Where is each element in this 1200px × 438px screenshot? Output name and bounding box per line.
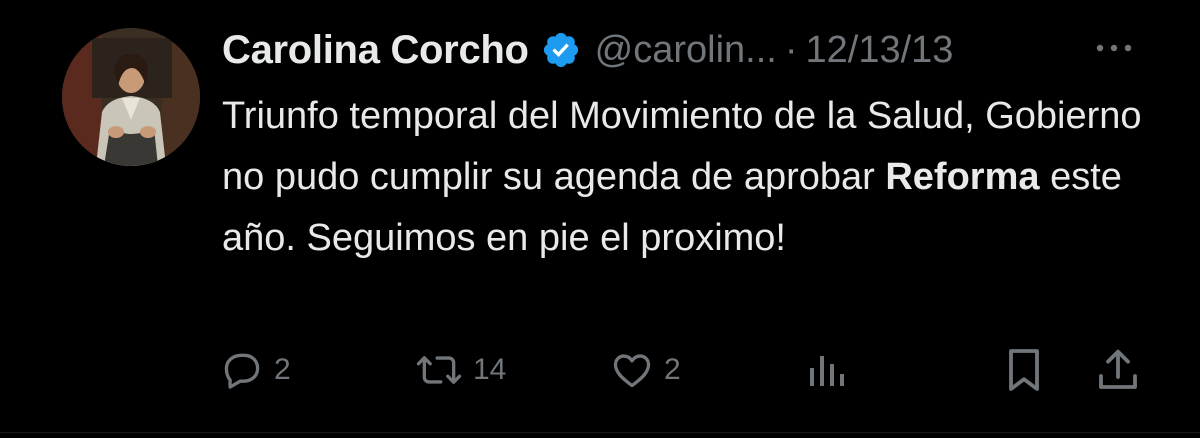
tweet-date[interactable]: 12/13/13 <box>806 29 954 72</box>
reply-icon <box>220 348 264 392</box>
retweet-button[interactable]: 14 <box>415 344 506 396</box>
author-name[interactable]: Carolina Corcho <box>222 28 529 73</box>
avatar-photo <box>62 28 200 166</box>
action-bar: 2 14 2 <box>220 344 1150 396</box>
divider <box>0 432 1200 433</box>
author-handle[interactable]: @carolin... <box>595 29 777 72</box>
avatar[interactable] <box>62 28 200 166</box>
like-count: 2 <box>664 353 681 386</box>
bookmark-icon <box>1004 346 1044 394</box>
tweet-text: Triunfo temporal del Movimiento de la Sa… <box>222 86 1162 269</box>
heart-icon <box>610 348 654 392</box>
verified-badge-icon[interactable] <box>541 30 581 70</box>
views-button[interactable] <box>806 344 846 396</box>
more-dots-icon[interactable] <box>1094 38 1134 58</box>
tweet-text-bold: Reforma <box>885 156 1040 198</box>
bookmark-button[interactable] <box>1004 344 1044 396</box>
retweet-count: 14 <box>473 353 507 386</box>
share-icon <box>1096 346 1140 394</box>
reply-button[interactable]: 2 <box>220 344 291 396</box>
separator-dot: · <box>784 28 798 71</box>
share-button[interactable] <box>1096 344 1140 396</box>
like-button[interactable]: 2 <box>610 344 681 396</box>
reply-count: 2 <box>274 353 291 386</box>
views-chart-icon <box>806 348 846 392</box>
retweet-icon <box>415 348 463 392</box>
tweet-header: Carolina Corcho @carolin... · 12/13/13 <box>222 22 953 78</box>
tweet-card[interactable]: Carolina Corcho @carolin... · 12/13/13 T… <box>0 0 1200 438</box>
